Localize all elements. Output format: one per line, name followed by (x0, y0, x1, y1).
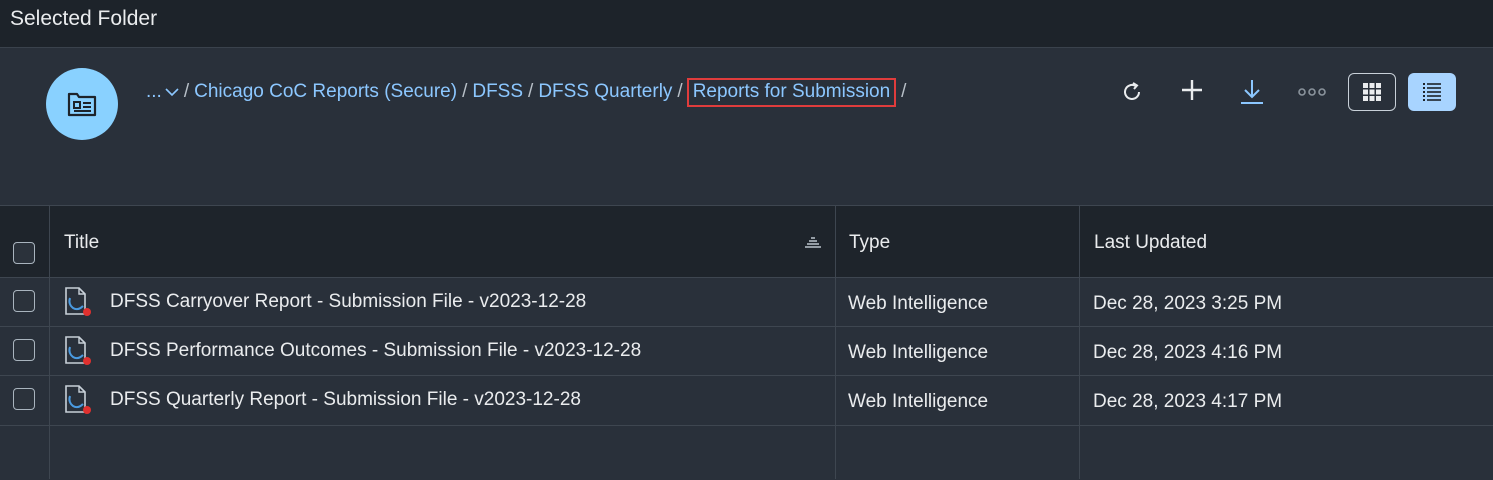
select-all-checkbox[interactable] (13, 242, 35, 264)
web-intelligence-doc-icon (63, 384, 93, 421)
breadcrumb-separator: / (677, 81, 683, 102)
breadcrumb: ... / Chicago CoC Reports (Secure) / DFS… (144, 77, 911, 107)
breadcrumb-item-current[interactable]: Reports for Submission (686, 77, 897, 107)
title-bar: Selected Folder (0, 0, 1493, 48)
column-header-last-updated[interactable]: Last Updated (1094, 232, 1207, 254)
column-divider (835, 205, 836, 479)
download-button[interactable] (1232, 73, 1272, 111)
empty-row (0, 426, 1493, 480)
row-type: Web Intelligence (848, 293, 989, 314)
row-checkbox[interactable] (13, 388, 35, 410)
refresh-button[interactable] (1112, 73, 1152, 111)
breadcrumb-separator: / (901, 81, 907, 102)
table-row[interactable]: DFSS Performance Outcomes - Submission F… (0, 327, 1493, 376)
page-title: Selected Folder (10, 7, 158, 30)
chevron-down-icon (165, 88, 179, 97)
row-type: Web Intelligence (848, 342, 989, 363)
breadcrumb-separator: / (462, 81, 468, 102)
column-divider (49, 205, 50, 479)
table-row[interactable]: DFSS Quarterly Report - Submission File … (0, 376, 1493, 426)
row-last-updated: Dec 28, 2023 3:25 PM (1093, 293, 1283, 314)
list-view-icon (1423, 83, 1441, 101)
more-icon (1298, 88, 1326, 96)
row-checkbox[interactable] (13, 339, 35, 361)
row-type: Web Intelligence (848, 391, 989, 412)
breadcrumb-separator: / (183, 81, 190, 102)
sort-icon (805, 237, 821, 248)
row-title[interactable]: DFSS Performance Outcomes - Submission F… (110, 340, 641, 362)
list-view-toggle[interactable] (1408, 73, 1456, 111)
folder-header: ... / Chicago CoC Reports (Secure) / DFS… (0, 49, 1493, 205)
breadcrumb-item-chicago-coc-reports[interactable]: Chicago CoC Reports (Secure) (194, 81, 457, 103)
column-header-title[interactable]: Title (64, 232, 99, 254)
row-checkbox[interactable] (13, 290, 35, 312)
column-divider (1079, 205, 1080, 479)
add-icon (1182, 80, 1202, 100)
grid-view-toggle[interactable] (1348, 73, 1396, 111)
documents-table: Title Type Last Updated DFSS Carryover R… (0, 205, 1493, 480)
folder-card-icon (67, 92, 97, 117)
table-header-row: Title Type Last Updated (0, 206, 1493, 278)
grid-view-icon (1363, 83, 1381, 101)
breadcrumb-overflow-menu[interactable]: ... (146, 81, 179, 103)
row-last-updated: Dec 28, 2023 4:16 PM (1093, 342, 1283, 363)
row-last-updated: Dec 28, 2023 4:17 PM (1093, 391, 1283, 412)
refresh-icon (1124, 82, 1140, 100)
row-title[interactable]: DFSS Carryover Report - Submission File … (110, 291, 586, 313)
breadcrumb-item-dfss-quarterly[interactable]: DFSS Quarterly (538, 81, 672, 103)
column-header-type[interactable]: Type (849, 232, 890, 254)
breadcrumb-item-dfss[interactable]: DFSS (472, 81, 523, 103)
web-intelligence-doc-icon (63, 335, 93, 372)
breadcrumb-ellipsis-label: ... (146, 81, 162, 102)
web-intelligence-doc-icon (63, 286, 93, 323)
row-title[interactable]: DFSS Quarterly Report - Submission File … (110, 389, 581, 411)
sort-button[interactable] (805, 236, 821, 255)
download-icon (1241, 80, 1263, 104)
table-row[interactable]: DFSS Carryover Report - Submission File … (0, 278, 1493, 327)
more-options-button[interactable] (1292, 73, 1332, 111)
folder-avatar (46, 68, 118, 140)
add-button[interactable] (1172, 71, 1212, 109)
breadcrumb-separator: / (528, 81, 534, 102)
